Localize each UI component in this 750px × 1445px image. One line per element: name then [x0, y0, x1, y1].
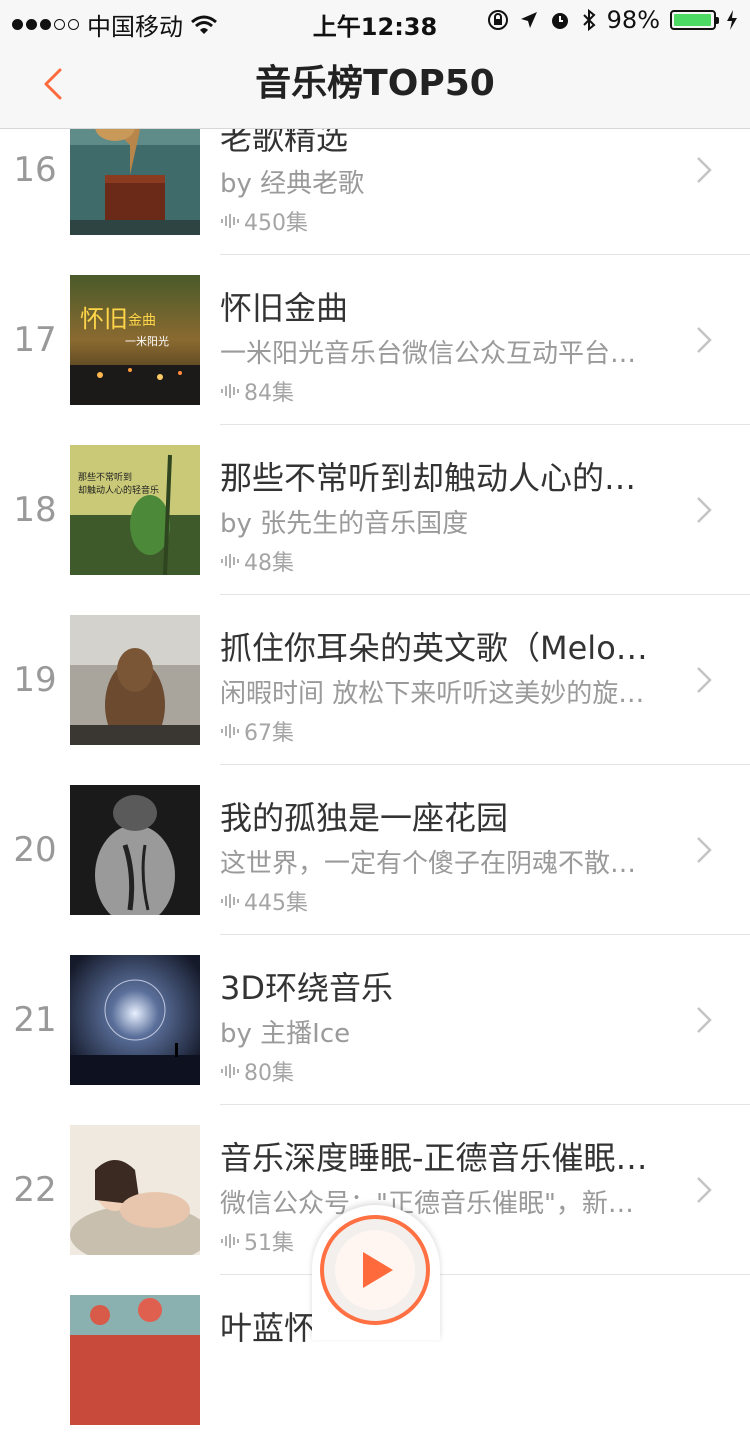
- episode-count-label: 67集: [244, 721, 294, 746]
- item-subtitle: 这世界，一定有个傻子在阴魂不散…: [220, 849, 637, 879]
- chevron-right-icon: [697, 1177, 712, 1203]
- album-cover[interactable]: [70, 615, 200, 745]
- item-subtitle: 微信公众号："正德音乐催眠"，新…: [220, 1189, 634, 1219]
- list-item[interactable]: 19 抓住你耳朵的英文歌（Melo… 闲暇时间 放松下来听听这美妙的旋… 67集: [0, 595, 750, 765]
- sound-wave-icon: [221, 724, 239, 738]
- cover-text: 却触动人心的轻音乐: [78, 484, 159, 496]
- episode-count-label: 84集: [244, 381, 294, 406]
- play-icon: [363, 1252, 393, 1288]
- rank-number: 18: [13, 490, 57, 530]
- now-playing-dock[interactable]: [312, 1205, 440, 1340]
- item-subtitle: by 张先生的音乐国度: [220, 509, 469, 539]
- episode-count-label: 450集: [244, 211, 308, 236]
- alarm-icon: [551, 13, 568, 29]
- episode-count: 80集: [220, 1055, 294, 1087]
- cover-text: 那些不常听到: [78, 471, 132, 483]
- list-item[interactable]: 18 那些不常听到 却触动人心的轻音乐 那些不常听到却触动人心的… by 张先生…: [0, 425, 750, 595]
- sound-wave-icon: [221, 214, 239, 228]
- sound-wave-icon: [221, 894, 239, 908]
- rank-number: 21: [13, 1000, 57, 1040]
- sound-wave-icon: [221, 1064, 239, 1078]
- battery-icon: [670, 10, 719, 30]
- album-cover[interactable]: [70, 1125, 200, 1255]
- item-subtitle: by 经典老歌: [220, 169, 365, 199]
- episode-count-label: 48集: [244, 551, 294, 576]
- list-item[interactable]: 20 我的孤独是一座花园 这世界，一定有个傻子在阴魂不散… 445集: [0, 765, 750, 935]
- album-cover[interactable]: [70, 955, 200, 1085]
- location-icon: [520, 12, 537, 28]
- chevron-right-icon: [697, 1007, 712, 1033]
- rank-number: 19: [13, 660, 57, 700]
- chevron-right-icon: [697, 837, 712, 863]
- navigation-bar: 音乐榜TOP50: [0, 40, 750, 129]
- episode-count: 445集: [220, 885, 308, 917]
- rank-number: 17: [13, 320, 57, 360]
- rank-number: 22: [13, 1170, 57, 1210]
- album-cover[interactable]: 怀旧 金曲 一米阳光: [70, 275, 200, 405]
- rank-number: 20: [13, 830, 57, 870]
- episode-count: 48集: [220, 545, 294, 577]
- cover-text: 金曲: [128, 313, 156, 329]
- chevron-right-icon: [697, 327, 712, 353]
- page-title: 音乐榜TOP50: [255, 63, 495, 104]
- play-button[interactable]: [335, 1230, 415, 1310]
- item-subtitle: 一米阳光音乐台微信公众互动平台…: [220, 339, 637, 369]
- episode-count: 51集: [220, 1225, 294, 1257]
- cover-text: 怀旧: [80, 305, 128, 333]
- album-cover[interactable]: 那些不常听到 却触动人心的轻音乐: [70, 445, 200, 575]
- battery-percent: 98%: [606, 6, 660, 34]
- item-subtitle: by 主播Ice: [220, 1019, 351, 1049]
- item-title[interactable]: 叶蓝怀: [220, 1303, 680, 1349]
- item-subtitle: 闲暇时间 放松下来听听这美妙的旋…: [220, 679, 645, 709]
- chevron-right-icon: [697, 667, 712, 693]
- album-cover[interactable]: [70, 1295, 200, 1425]
- episode-count-label: 51集: [244, 1231, 294, 1256]
- chevron-right-icon: [697, 497, 712, 523]
- item-title[interactable]: 那些不常听到却触动人心的…: [220, 453, 680, 499]
- status-bar: 中国移动 上午12:38 98%: [0, 0, 750, 41]
- episode-count: 67集: [220, 715, 294, 747]
- rotation-lock-icon: [487, 10, 508, 30]
- item-title[interactable]: 怀旧金曲: [220, 283, 680, 329]
- album-cover[interactable]: [70, 785, 200, 915]
- item-title[interactable]: 音乐深度睡眠-正德音乐催眠…: [220, 1133, 680, 1179]
- bluetooth-icon: [582, 8, 596, 32]
- item-title[interactable]: 3D环绕音乐: [220, 963, 680, 1009]
- list-item[interactable]: 17 怀旧 金曲 一米阳光 怀旧金曲 一米阳光音乐台微信公众互动平台… 84集: [0, 255, 750, 425]
- cover-text: 一米阳光: [125, 334, 169, 348]
- charging-icon: [727, 10, 737, 30]
- episode-count-label: 445集: [244, 891, 308, 916]
- sound-wave-icon: [221, 1234, 239, 1248]
- item-title[interactable]: 我的孤独是一座花园: [220, 793, 680, 839]
- episode-count-label: 80集: [244, 1061, 294, 1086]
- list-item[interactable]: 21 3D环绕音乐 by 主播Ice 80集: [0, 935, 750, 1105]
- episode-count: 84集: [220, 375, 294, 407]
- item-title[interactable]: 抓住你耳朵的英文歌（Melo…: [220, 623, 680, 669]
- sound-wave-icon: [221, 554, 239, 568]
- chevron-right-icon: [697, 157, 712, 183]
- episode-count: 450集: [220, 205, 308, 237]
- sound-wave-icon: [221, 384, 239, 398]
